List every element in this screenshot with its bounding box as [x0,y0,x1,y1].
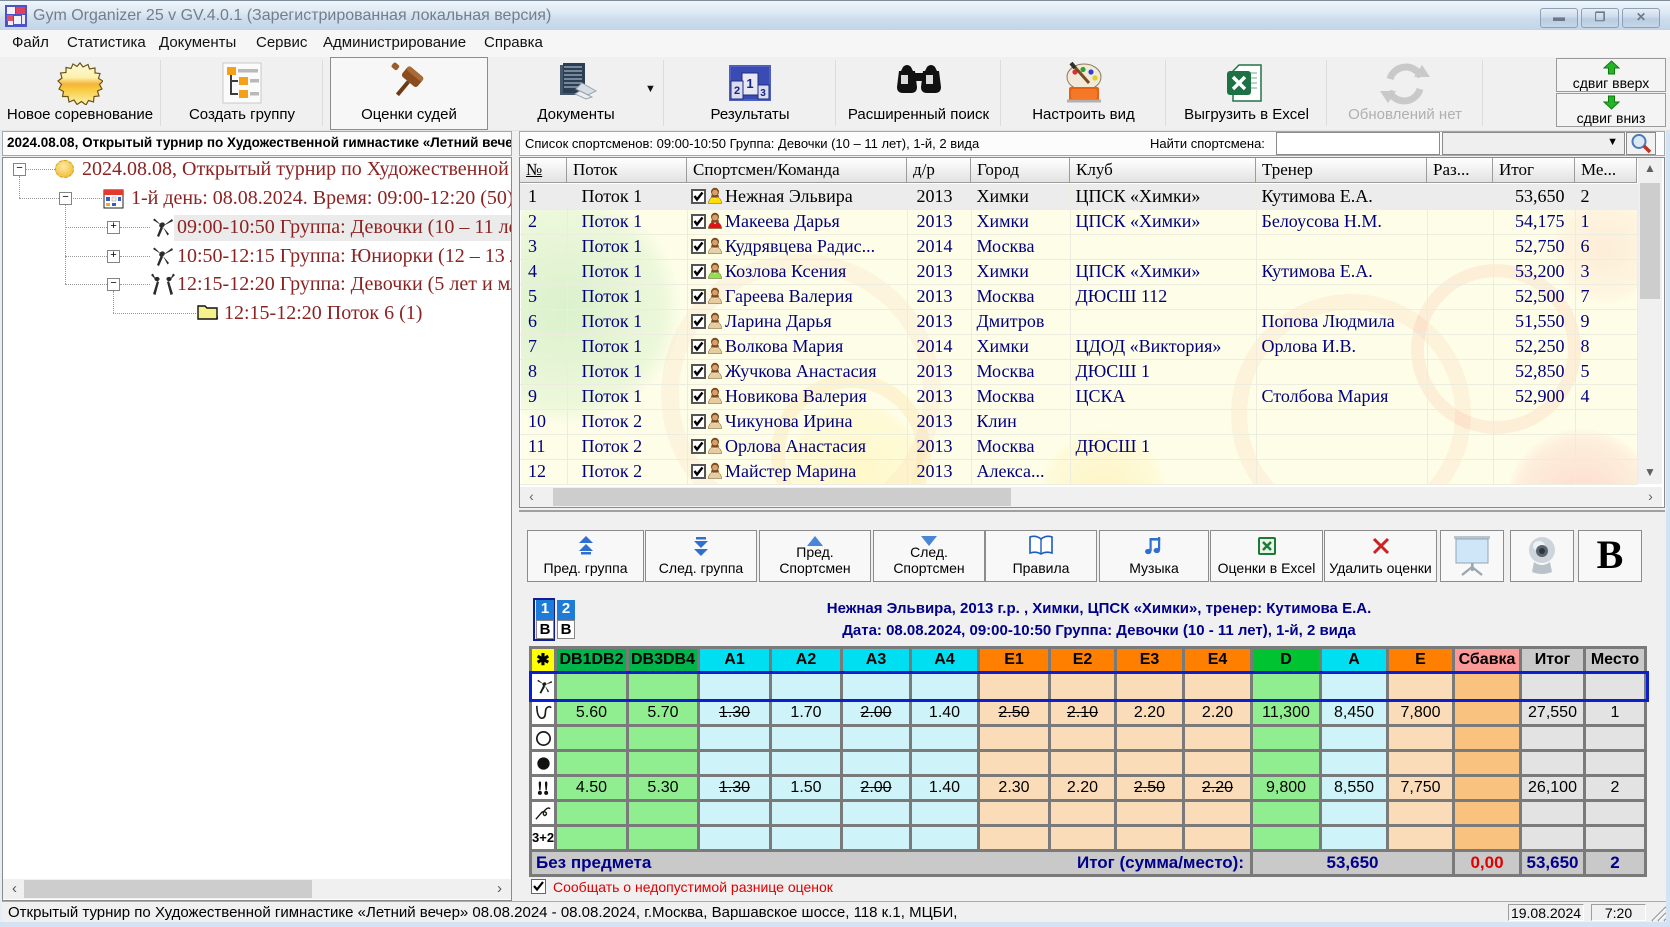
svg-text:1: 1 [746,76,753,91]
svg-text:2: 2 [734,85,740,97]
svg-text:3: 3 [760,88,766,99]
